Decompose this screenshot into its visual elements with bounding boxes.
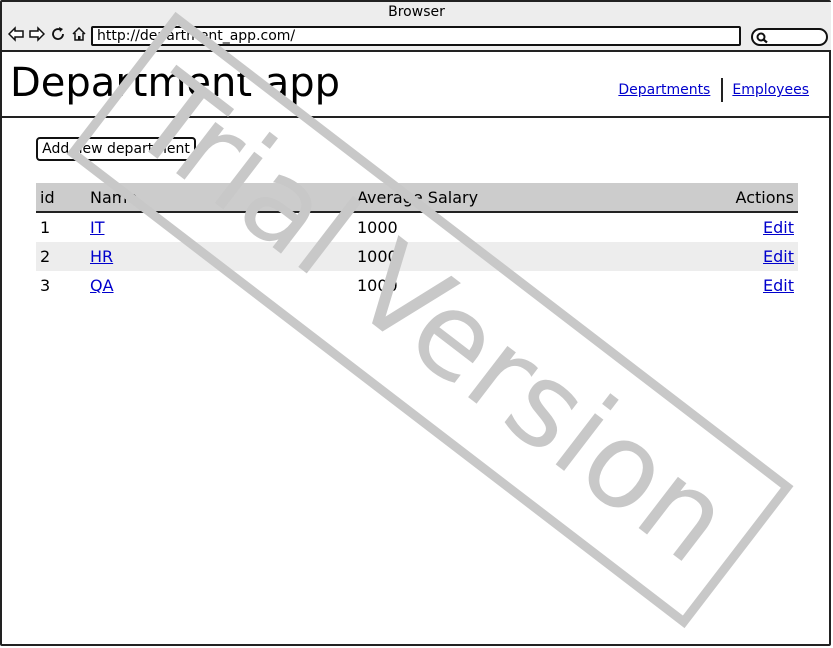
table-row: 3 QA 1000 Edit <box>36 271 798 300</box>
table-row: 2 HR 1000 Edit <box>36 242 798 271</box>
browser-nav-buttons <box>8 26 87 42</box>
cell-id: 1 <box>40 218 51 237</box>
cell-actions: Edit <box>648 212 798 242</box>
add-department-button[interactable]: Add new department <box>36 137 196 161</box>
forward-icon[interactable] <box>29 26 45 42</box>
cell-actions: Edit <box>648 271 798 300</box>
url-bar[interactable]: http://department_app.com/ <box>91 26 741 46</box>
reload-icon[interactable] <box>50 26 66 42</box>
cell-salary: 1000 <box>357 242 648 271</box>
edit-link[interactable]: Edit <box>763 276 794 295</box>
department-link[interactable]: HR <box>90 247 113 266</box>
column-header-actions: Actions <box>647 183 798 213</box>
table-row: 1 IT 1000 Edit <box>36 212 798 242</box>
nav-separator <box>721 78 724 102</box>
department-link[interactable]: QA <box>90 276 114 295</box>
app-header: Department app Departments Employees <box>2 52 831 118</box>
browser-chrome: Browser http://department_app.com/ <box>2 2 831 52</box>
cell-name: IT <box>90 212 357 242</box>
column-header-name: Name <box>90 183 357 213</box>
table-header-row: id Name Average Salary Actions <box>36 183 798 213</box>
departments-table: id Name Average Salary Actions 1 IT 1000… <box>36 183 798 300</box>
cell-actions: Edit <box>647 242 798 271</box>
search-icon <box>756 32 768 44</box>
column-header-salary: Average Salary <box>357 183 648 213</box>
back-icon[interactable] <box>8 26 24 42</box>
browser-search-box[interactable] <box>751 28 828 46</box>
cell-salary: 1000 <box>357 276 398 295</box>
cell-id: 2 <box>36 242 90 271</box>
edit-link[interactable]: Edit <box>763 247 794 266</box>
top-nav: Departments Employees <box>618 78 809 102</box>
browser-title: Browser <box>388 4 445 20</box>
column-header-id: id <box>36 183 90 213</box>
nav-link-departments[interactable]: Departments <box>618 82 710 98</box>
cell-salary: 1000 <box>357 218 398 237</box>
cell-id: 3 <box>40 276 51 295</box>
department-link[interactable]: IT <box>90 218 105 237</box>
nav-link-employees[interactable]: Employees <box>732 82 809 98</box>
page-title: Department app <box>10 60 341 106</box>
edit-link[interactable]: Edit <box>763 218 794 237</box>
home-icon[interactable] <box>71 26 87 42</box>
cell-name: HR <box>90 242 357 271</box>
cell-name: QA <box>90 271 357 300</box>
